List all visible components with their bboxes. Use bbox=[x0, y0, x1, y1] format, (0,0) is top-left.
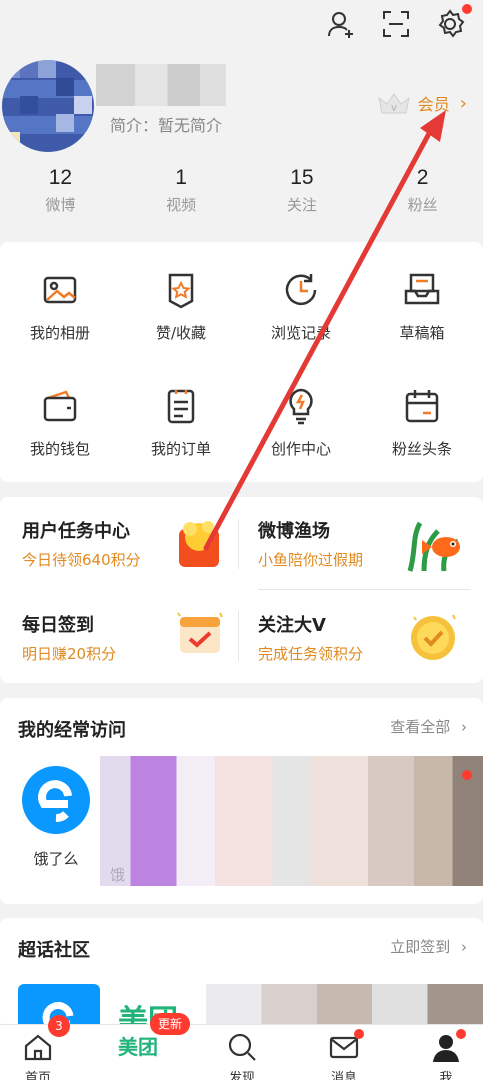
frequent-item-label: 饿了么 bbox=[33, 850, 79, 868]
stat-video[interactable]: 1 视频 bbox=[121, 166, 242, 228]
stat-count: 2 bbox=[416, 166, 429, 189]
section-title: 我的经常访问 bbox=[18, 720, 126, 741]
avatar[interactable] bbox=[2, 60, 94, 152]
tab-home[interactable]: 首页 bbox=[8, 1031, 68, 1080]
vip-entry[interactable]: V 会员 › bbox=[376, 88, 467, 118]
me-notification-dot bbox=[456, 1029, 466, 1039]
crown-icon: V bbox=[378, 93, 410, 114]
tab-me[interactable]: 我 bbox=[416, 1031, 476, 1080]
home-icon bbox=[24, 1034, 52, 1061]
tab-meituan[interactable]: 美团 bbox=[108, 1031, 168, 1063]
grid-item-fan-headline[interactable]: 粉丝头条 bbox=[362, 386, 482, 459]
profile-bio: 简介：暂无简介 bbox=[110, 116, 223, 135]
add-user-icon[interactable] bbox=[325, 8, 357, 40]
divider bbox=[258, 589, 471, 590]
grid-item-orders[interactable]: 我的订单 bbox=[121, 386, 241, 459]
username-blurred bbox=[96, 64, 226, 106]
stat-count: 1 bbox=[175, 166, 187, 189]
svg-text:V: V bbox=[391, 104, 397, 113]
checkin-label: 立即签到 bbox=[390, 938, 451, 956]
grid-item-label: 草稿箱 bbox=[399, 324, 445, 342]
tab-label: 我 bbox=[439, 1071, 453, 1080]
tab-label: 首页 bbox=[24, 1071, 51, 1080]
super-topic-card: 超话社区 立即签到 › 美团 bbox=[0, 918, 483, 1039]
grid-item-creation[interactable]: 创作中心 bbox=[241, 386, 361, 459]
grid-item-album[interactable]: 我的相册 bbox=[0, 270, 120, 343]
coin-jar-icon bbox=[179, 521, 219, 567]
grid-item-history[interactable]: 浏览记录 bbox=[241, 270, 361, 343]
view-all-link[interactable]: 查看全部 › bbox=[390, 716, 467, 737]
chevron-right-icon: › bbox=[459, 92, 467, 114]
grid-item-favorites[interactable]: 赞/收藏 bbox=[121, 270, 241, 343]
fan-headline-icon bbox=[405, 390, 439, 423]
tab-messages[interactable]: 消息 bbox=[314, 1031, 374, 1080]
grid-item-drafts[interactable]: 草稿箱 bbox=[362, 270, 482, 343]
gold-medal-check-icon bbox=[411, 614, 456, 660]
frequent-notification-dot bbox=[462, 770, 472, 780]
chevron-right-icon: › bbox=[461, 938, 467, 956]
grid-item-label: 浏览记录 bbox=[270, 324, 331, 342]
blurred-frequent-items bbox=[100, 756, 483, 886]
home-badge: 3 bbox=[48, 1015, 70, 1037]
stat-label: 微博 bbox=[45, 196, 76, 214]
album-icon bbox=[43, 276, 77, 304]
chevron-right-icon: › bbox=[461, 718, 467, 736]
tab-discover[interactable]: 发现 bbox=[212, 1031, 272, 1080]
tab-label: 发现 bbox=[228, 1071, 255, 1080]
scan-icon[interactable] bbox=[380, 8, 412, 40]
creation-icon bbox=[289, 388, 313, 425]
settings-icon[interactable] bbox=[434, 8, 466, 40]
divider bbox=[238, 611, 239, 661]
favorite-icon bbox=[168, 273, 194, 309]
feature-grid: 我的相册 赞/收藏 浏览记录 草稿箱 我的钱包 我的订单 创作中心 粉丝头条 bbox=[0, 242, 483, 482]
stat-count: 12 bbox=[48, 166, 73, 189]
stat-weibo[interactable]: 12 微博 bbox=[0, 166, 121, 228]
grid-item-wallet[interactable]: 我的钱包 bbox=[0, 386, 120, 459]
orders-icon bbox=[167, 389, 195, 424]
profile-header: 简介：暂无简介 V 会员 › bbox=[0, 52, 483, 152]
tasks-card: 用户任务中心 今日待领640积分 微博渔场 小鱼陪你过假期 每日签到 明日赚20… bbox=[0, 497, 483, 683]
wallet-icon bbox=[43, 390, 77, 422]
bottom-tab-bar: 首页 3 美团 更新 发现 消息 我 bbox=[0, 1013, 483, 1080]
stat-count: 15 bbox=[290, 166, 314, 189]
grid-item-label: 我的相册 bbox=[29, 324, 90, 342]
grid-item-label: 创作中心 bbox=[270, 440, 331, 458]
stat-fans[interactable]: 2 粉丝 bbox=[362, 166, 483, 228]
eleme-logo-icon bbox=[22, 766, 90, 834]
section-title: 超话社区 bbox=[18, 940, 90, 961]
stat-following[interactable]: 15 关注 bbox=[242, 166, 363, 228]
grid-item-label: 我的订单 bbox=[150, 440, 211, 458]
stat-label: 关注 bbox=[286, 196, 317, 214]
profile-stats: 12 微博 1 视频 15 关注 2 粉丝 bbox=[0, 166, 483, 228]
frequent-card: 我的经常访问 查看全部 › 饿了么 饿 bbox=[0, 698, 483, 904]
divider bbox=[238, 519, 239, 569]
stat-label: 视频 bbox=[166, 196, 197, 214]
view-all-label: 查看全部 bbox=[390, 718, 451, 736]
settings-notification-dot bbox=[462, 4, 472, 14]
history-icon bbox=[285, 274, 317, 306]
checkin-link[interactable]: 立即签到 › bbox=[390, 936, 467, 957]
calendar-check-icon bbox=[177, 612, 223, 653]
drafts-icon bbox=[404, 273, 440, 305]
grid-item-label: 我的钱包 bbox=[29, 440, 90, 458]
tab-label: 美团 bbox=[118, 1035, 158, 1059]
blurred-super-topics bbox=[206, 984, 483, 1028]
frequent-item-eleme[interactable]: 饿了么 bbox=[18, 764, 94, 869]
vip-label: 会员 bbox=[417, 95, 450, 114]
tab-label: 消息 bbox=[330, 1071, 357, 1080]
fish-icon bbox=[407, 521, 460, 572]
grid-item-label: 粉丝头条 bbox=[391, 440, 452, 458]
stat-label: 粉丝 bbox=[407, 196, 438, 214]
messages-notification-dot bbox=[354, 1029, 364, 1039]
top-bar bbox=[0, 0, 483, 52]
grid-item-label: 赞/收藏 bbox=[155, 324, 207, 342]
search-icon bbox=[228, 1033, 256, 1061]
update-badge: 更新 bbox=[150, 1013, 190, 1035]
